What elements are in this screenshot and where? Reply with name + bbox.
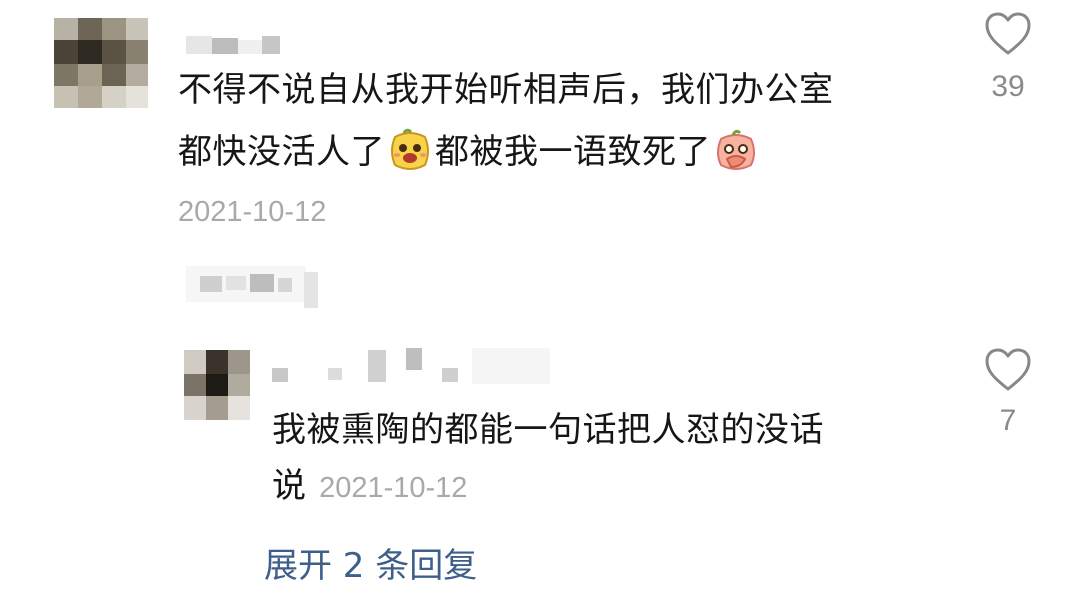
reply-like-heart-icon[interactable] <box>984 348 1032 392</box>
laughing-face-emoji-icon <box>387 127 433 173</box>
commenter-avatar[interactable] <box>54 18 148 108</box>
reply-action-bar[interactable] <box>186 262 336 308</box>
reply-date: 2021-10-12 <box>319 472 468 504</box>
commenter-username[interactable] <box>186 36 296 56</box>
reply-username[interactable] <box>272 348 552 384</box>
reply-avatar[interactable] <box>184 350 250 420</box>
comment-text-line2: 都快没活人了 都被我一语致死了 <box>178 120 761 184</box>
reply-text-line2-row: 说 2021-10-12 <box>272 458 467 507</box>
reply-text-line2: 说 <box>272 466 306 506</box>
comment-text-part1: 都快没活人了 <box>178 132 385 172</box>
comment-text-line1: 不得不说自从我开始听相声后，我们办公室 <box>178 70 834 110</box>
comment-text-part2: 都被我一语致死了 <box>435 132 711 172</box>
like-heart-icon[interactable] <box>984 12 1032 56</box>
comment-date: 2021-10-12 <box>178 196 327 228</box>
like-count: 39 <box>991 70 1025 103</box>
covering-mouth-laugh-emoji-icon <box>713 127 759 173</box>
expand-replies-link[interactable]: 展开 2 条回复 <box>264 538 477 587</box>
reply-text-line1: 我被熏陶的都能一句话把人怼的没话 <box>272 410 824 450</box>
reply-like-count: 7 <box>999 404 1017 437</box>
